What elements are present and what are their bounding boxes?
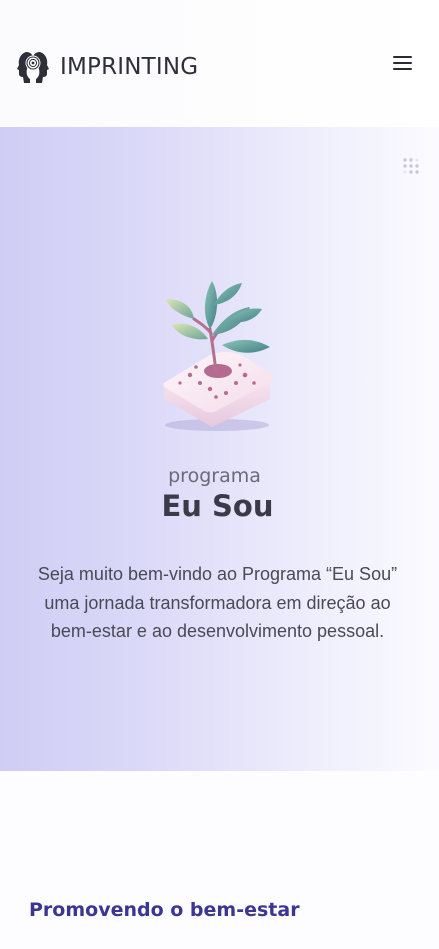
dot-grid-icon <box>403 158 419 174</box>
hamburger-menu-icon[interactable] <box>391 53 415 73</box>
plant-sprout-illustration <box>163 281 273 431</box>
brand-link[interactable]: IMPRINTING <box>16 49 198 85</box>
page: IMPRINTING programa Eu Sou Seja muito be… <box>0 0 439 949</box>
brand-name: IMPRINTING <box>60 54 199 80</box>
hero-eyebrow: programa <box>168 465 261 487</box>
site-header: IMPRINTING <box>0 0 439 127</box>
hero-section: programa Eu Sou Seja muito bem-vindo ao … <box>0 127 439 771</box>
section-title-wellbeing: Promovendo o bem-estar <box>29 899 300 921</box>
hero-description: Seja muito bem-vindo ao Programa “Eu Sou… <box>37 564 398 641</box>
hero-title: Eu Sou <box>161 489 274 523</box>
head-profiles-logo-icon <box>17 52 49 83</box>
